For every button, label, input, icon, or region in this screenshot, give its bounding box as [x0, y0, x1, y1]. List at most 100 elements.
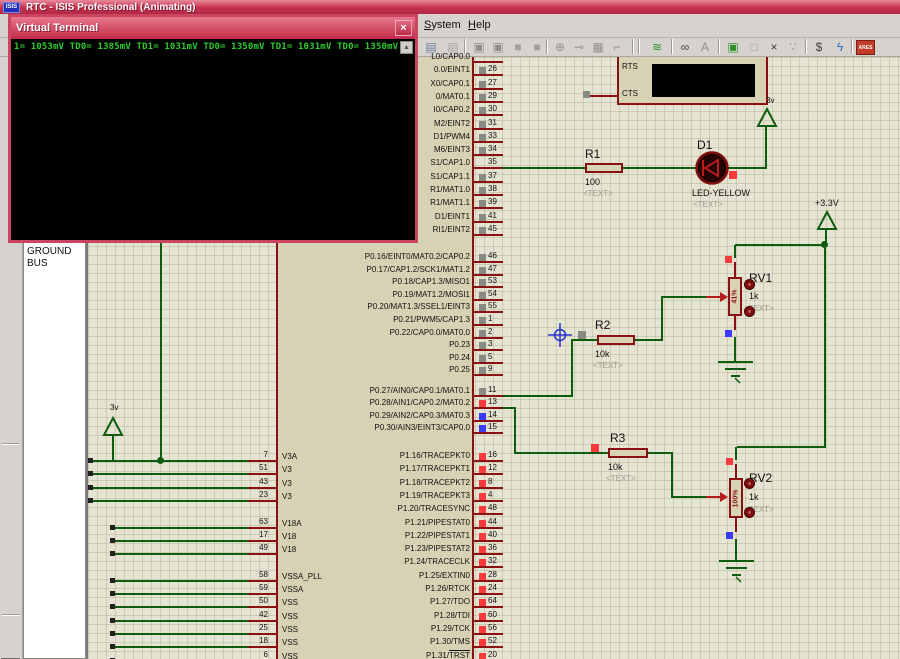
pin-state-square — [725, 256, 732, 263]
wire-autorouter-icon[interactable]: ≋ — [648, 39, 666, 55]
zoom-area-icon[interactable]: ⊕ — [551, 39, 569, 55]
pin-number: 12 — [488, 463, 497, 472]
pot-wiper-arrow — [706, 289, 730, 305]
toolbar-separator — [2, 614, 19, 616]
wire — [112, 580, 248, 582]
pin-plus-icon[interactable]: ⊸ — [570, 39, 588, 55]
pot-decrease-button[interactable] — [744, 507, 755, 518]
design-explorer-icon[interactable]: ▣ — [724, 39, 742, 55]
selector-item-bus[interactable]: BUS — [24, 258, 85, 270]
wire — [623, 167, 698, 169]
ground-symbol[interactable] — [716, 360, 756, 384]
wire-endpoint — [88, 485, 93, 490]
pin-number: 41 — [488, 211, 497, 220]
pin-stub — [248, 553, 276, 555]
pin-label: P0.21/PWM5/CAP1.3 — [270, 315, 470, 324]
pin-label: VSS — [282, 612, 298, 621]
pot-rv1-body[interactable]: 41% — [728, 277, 742, 316]
pin-number: 31 — [488, 118, 497, 127]
led-d1-symbol[interactable] — [694, 150, 732, 188]
virtual-terminal-window[interactable]: Virtual Terminal × 1= 1053mV TD0= 1385mV… — [8, 14, 418, 243]
resistor-r2-body[interactable] — [597, 335, 635, 345]
pin-state-square — [479, 187, 486, 194]
power-terminal-icon[interactable] — [756, 108, 778, 128]
pin-state-square — [479, 599, 486, 606]
pin-label: P1.22/PIPESTAT1 — [270, 531, 470, 540]
new-sheet-icon[interactable]: □ — [745, 39, 763, 55]
toolbar-separator — [718, 39, 720, 54]
pin-stub — [474, 487, 503, 489]
toolbar-separator — [638, 39, 640, 54]
resistor-r3-body[interactable] — [608, 448, 648, 458]
search-binoculars-icon[interactable]: ∞ — [676, 39, 694, 55]
pin-number: 25 — [236, 623, 268, 632]
pin-number: 43 — [236, 477, 268, 486]
goto-sheet-icon[interactable]: ∵ — [784, 39, 802, 55]
pin-label: V3A — [282, 452, 297, 461]
block-copy-icon[interactable]: ▣ — [489, 39, 507, 55]
pin-stub — [474, 167, 503, 169]
electrical-check-icon[interactable]: ϟ — [831, 39, 849, 55]
wire — [671, 496, 711, 498]
component-text: <TEXT> — [693, 200, 723, 209]
property-assignment-icon[interactable]: A — [696, 39, 714, 55]
pin-state-square — [479, 573, 486, 580]
wire — [824, 244, 826, 448]
pin-stub — [248, 646, 276, 648]
pot-increase-button[interactable] — [744, 279, 755, 290]
menu-help[interactable]: Help — [468, 19, 491, 31]
block-cut-icon[interactable]: ▣ — [470, 39, 488, 55]
close-icon[interactable]: × — [395, 20, 412, 36]
pin-state-square — [479, 254, 486, 261]
wire — [737, 446, 826, 448]
power-terminal-icon[interactable] — [102, 417, 124, 437]
pin-stub — [474, 61, 503, 63]
pin-stub — [474, 221, 503, 223]
pin-state-square — [479, 626, 486, 633]
wire-endpoint — [110, 578, 115, 583]
pin-number: 48 — [488, 503, 497, 512]
terminal-output-text: 1= 1053mV TD0= 1385mV TD1= 1031mV TD0= 1… — [14, 42, 404, 52]
pot-increase-button[interactable] — [744, 478, 755, 489]
pin-stub — [474, 620, 503, 622]
wire — [735, 244, 826, 246]
pin-state-square — [479, 94, 486, 101]
pin-stub — [474, 207, 503, 209]
block-move-icon[interactable]: ■ — [509, 39, 527, 55]
pin-state-square — [479, 342, 486, 349]
selector-item-ground[interactable]: GROUND — [24, 246, 85, 258]
packaging-icon[interactable]: ▦ — [589, 39, 607, 55]
pin-number: 50 — [236, 596, 268, 605]
wire-endpoint — [110, 618, 115, 623]
pin-number: 37 — [488, 171, 497, 180]
pin-number: 58 — [236, 570, 268, 579]
block-delete-icon[interactable]: ■ — [528, 39, 546, 55]
wire — [112, 527, 248, 529]
bill-of-materials-icon[interactable]: $ — [810, 39, 828, 55]
pin-number: 11 — [488, 385, 496, 394]
power-terminal-icon[interactable] — [816, 211, 838, 231]
scroll-up-icon[interactable]: ▲ — [400, 41, 413, 54]
resistor-r1-body[interactable] — [585, 163, 623, 173]
pot-rv2-body[interactable]: 100% — [729, 478, 743, 518]
pin-number: 55 — [488, 301, 497, 310]
wire-endpoint — [110, 644, 115, 649]
wire — [571, 339, 573, 397]
pin-state-square — [479, 559, 486, 566]
title-bar[interactable]: ISIS RTC - ISIS Professional (Animating) — [0, 0, 900, 14]
pot-decrease-button[interactable] — [744, 306, 755, 317]
pin-state-square — [479, 546, 486, 553]
pin-state-square — [479, 330, 486, 337]
pin-stub — [474, 606, 503, 608]
popup-title-bar[interactable]: Virtual Terminal — [11, 17, 415, 39]
wire-endpoint — [110, 551, 115, 556]
component-value: 1k — [749, 291, 759, 301]
menu-system[interactable]: System — [424, 19, 461, 31]
ares-netlist-icon[interactable]: ARES — [856, 40, 875, 55]
ground-symbol[interactable] — [717, 559, 757, 583]
wire-junction-dot — [821, 241, 828, 248]
pin-state-square — [479, 107, 486, 114]
component-ref: R1 — [585, 147, 600, 161]
hammer-tool-icon[interactable]: ⌐ — [608, 39, 626, 55]
remove-sheet-icon[interactable]: × — [765, 39, 783, 55]
